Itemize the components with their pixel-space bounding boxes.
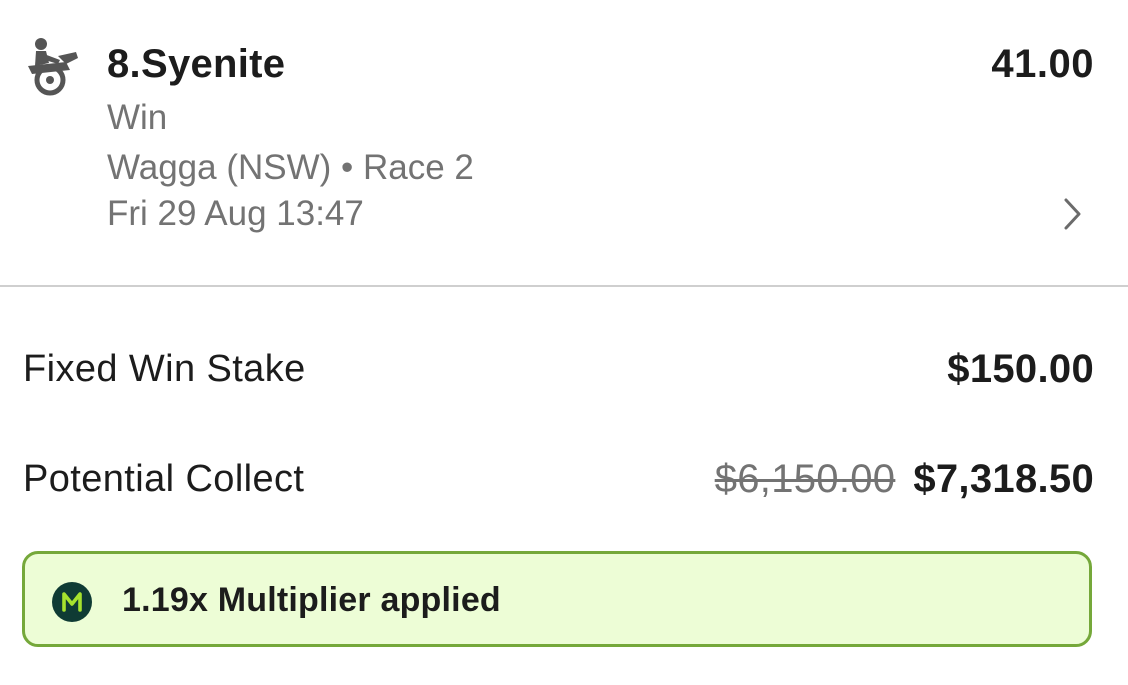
boosted-collect-value: $7,318.50 bbox=[913, 457, 1094, 501]
potential-collect-values: $6,150.00 $7,318.50 bbox=[715, 456, 1094, 511]
horse-racing-icon bbox=[28, 38, 78, 96]
original-collect-value: $6,150.00 bbox=[714, 457, 896, 501]
multiplier-text: 1.19x Multiplier applied bbox=[122, 581, 501, 619]
multiplier-banner: 1.19x Multiplier applied bbox=[22, 551, 1092, 647]
venue-race: Wagga (NSW) • Race 2 bbox=[107, 148, 474, 187]
stake-value: $150.00 bbox=[947, 347, 1094, 391]
chevron-right-icon[interactable] bbox=[1062, 196, 1084, 232]
odds-value: 41.00 bbox=[991, 42, 1094, 86]
bet-type: Win bbox=[107, 98, 168, 137]
section-divider bbox=[0, 285, 1128, 287]
bet-selection-card[interactable]: 8.Syenite 41.00 Win Wagga (NSW) • Race 2… bbox=[0, 0, 1128, 285]
potential-collect-label: Potential Collect bbox=[23, 458, 305, 500]
stake-label: Fixed Win Stake bbox=[23, 348, 306, 390]
multiplier-badge-icon bbox=[52, 582, 92, 622]
race-start-time: Fri 29 Aug 13:47 bbox=[107, 194, 364, 233]
runner-name: 8.Syenite bbox=[107, 42, 286, 86]
